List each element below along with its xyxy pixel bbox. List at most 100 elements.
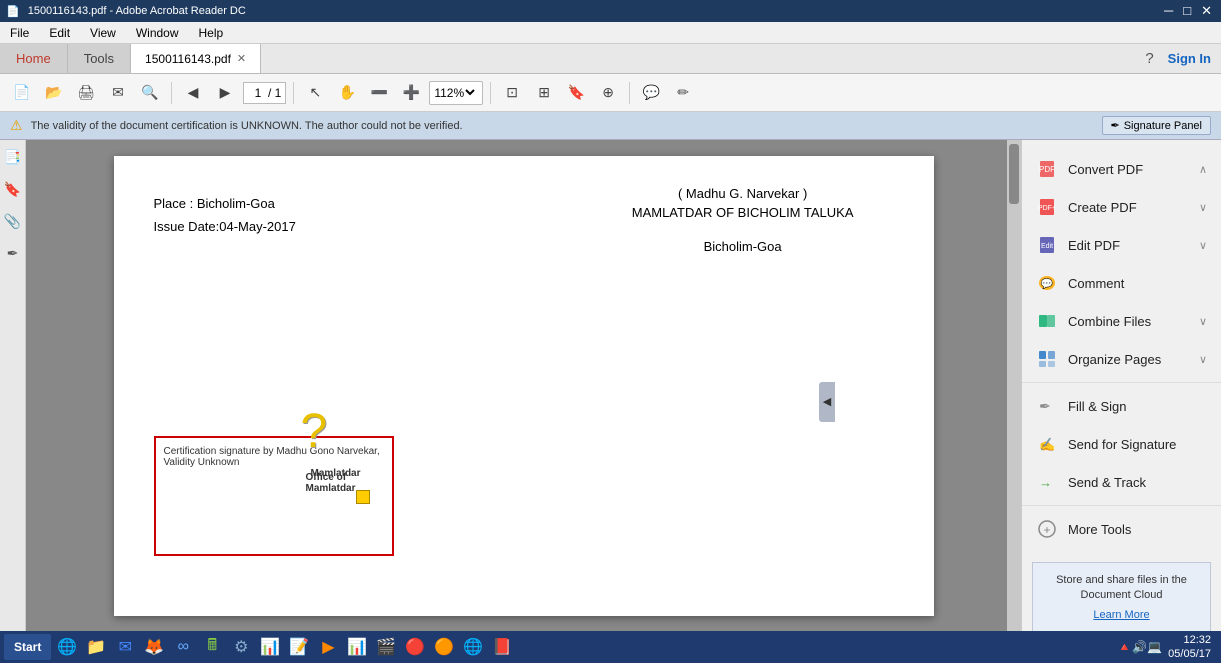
sidebar-tool-edit-pdf[interactable]: Edit Edit PDF ∨ (1022, 226, 1221, 264)
sig-office: Office of Mamlatdar (306, 472, 392, 494)
pdf-signature-box[interactable]: Certification signature by Madhu Gono Na… (154, 436, 394, 556)
sidebar-tool-organize-pages[interactable]: Organize Pages ∨ (1022, 340, 1221, 378)
send-signature-icon: ✍ (1036, 433, 1058, 455)
title-bar-controls[interactable]: ─ □ ✕ (1161, 3, 1215, 19)
maximize-button[interactable]: □ (1180, 3, 1194, 19)
select-tool[interactable]: ↖ (301, 79, 329, 107)
tab-bar-right: ? Sign In (1145, 44, 1221, 73)
menu-file[interactable]: File (6, 24, 33, 42)
pdf-content-center: ( Madhu G. Narvekar ) MAMLATDAR OF BICHO… (632, 186, 854, 258)
svg-text:→: → (1039, 475, 1052, 490)
collapse-sidebar-button[interactable]: ◀ (819, 382, 835, 422)
learn-more-link[interactable]: Learn More (1043, 608, 1200, 623)
prev-page-button[interactable]: ◀ (179, 79, 207, 107)
tab-home-label: Home (16, 51, 51, 66)
tab-tools[interactable]: Tools (68, 44, 131, 73)
menu-view[interactable]: View (86, 24, 120, 42)
taskbar-icon-notes[interactable]: 📝 (286, 634, 312, 660)
taskbar-icon-vlc[interactable]: 🎬 (373, 634, 399, 660)
sidebar-icon-attach[interactable]: 📎 (2, 210, 24, 232)
taskbar-icon-mail[interactable]: ✉ (112, 634, 138, 660)
page-total: / 1 (268, 86, 281, 100)
sidebar-icon-pages[interactable]: 📑 (2, 146, 24, 168)
menu-edit[interactable]: Edit (45, 24, 74, 42)
organize-pages-label: Organize Pages (1068, 352, 1189, 367)
zoom-in-button[interactable]: ➕ (397, 79, 425, 107)
sidebar-tool-create-pdf[interactable]: PDF+ Create PDF ∨ (1022, 188, 1221, 226)
scroll-thumb[interactable] (1009, 144, 1019, 204)
open-button[interactable]: 📂 (40, 79, 68, 107)
sidebar-icon-bookmark[interactable]: 🔖 (2, 178, 24, 200)
pdf-scrollbar[interactable] (1007, 140, 1021, 663)
close-button[interactable]: ✕ (1198, 3, 1215, 19)
toolbar-sep-3 (490, 82, 491, 104)
tab-home[interactable]: Home (0, 44, 68, 73)
zoom-out-button[interactable]: ➖ (365, 79, 393, 107)
signature-panel-button[interactable]: ✒ Signature Panel (1102, 116, 1212, 135)
organize-pages-chevron: ∨ (1199, 353, 1207, 366)
page-input-container[interactable]: / 1 (243, 82, 286, 104)
sidebar-icon-sign[interactable]: ✒ (2, 242, 24, 264)
taskbar-icon-task[interactable]: 📊 (257, 634, 283, 660)
taskbar-icon-winamp[interactable]: ▶ (315, 634, 341, 660)
svg-text:PDF+: PDF+ (1038, 205, 1056, 212)
comment-tool[interactable]: 💬 (637, 79, 665, 107)
pdf-page: Place : Bicholim-Goa Issue Date:04-May-2… (114, 156, 934, 616)
new-button[interactable]: 📄 (8, 79, 36, 107)
taskbar-icon-settings[interactable]: ⚙ (228, 634, 254, 660)
hand-tool[interactable]: ✋ (333, 79, 361, 107)
menu-bar: File Edit View Window Help (0, 22, 1221, 44)
next-page-button[interactable]: ▶ (211, 79, 239, 107)
edit-pdf-label: Edit PDF (1068, 238, 1189, 253)
zoom-select[interactable]: ▾ (464, 86, 478, 99)
menu-window[interactable]: Window (132, 24, 183, 42)
taskbar-icon-chrome[interactable]: 🌐 (460, 634, 486, 660)
start-button[interactable]: Start (4, 634, 51, 660)
sidebar-tool-send-signature[interactable]: ✍ Send for Signature (1022, 425, 1221, 463)
sidebar-tool-comment[interactable]: 💬 Comment (1022, 264, 1221, 302)
fit-page-button[interactable]: ⊡ (498, 79, 526, 107)
create-pdf-label: Create PDF (1068, 200, 1189, 215)
taskbar-icon-app1[interactable]: 🔴 (402, 634, 428, 660)
sidebar-tool-send-track[interactable]: → Send & Track (1022, 463, 1221, 501)
thumbnails-button[interactable]: ⊞ (530, 79, 558, 107)
svg-text:PDF: PDF (1039, 165, 1055, 174)
page-number-input[interactable] (248, 86, 268, 100)
taskbar-icon-excel[interactable]: 📊 (344, 634, 370, 660)
sig-box-text: Certification signature by Madhu Gono Na… (164, 446, 380, 468)
find-button[interactable]: 🔍 (136, 79, 164, 107)
taskbar-icon-firefox[interactable]: 🦊 (141, 634, 167, 660)
edit-pdf-chevron: ∨ (1199, 239, 1207, 252)
taskbar-icon-acrobat[interactable]: 📕 (489, 634, 515, 660)
comment-label: Comment (1068, 276, 1197, 291)
help-button[interactable]: ? (1145, 50, 1153, 67)
signin-button[interactable]: Sign In (1168, 51, 1211, 66)
svg-text:💬: 💬 (1041, 277, 1054, 290)
tab-file[interactable]: 1500116143.pdf ✕ (131, 44, 261, 73)
taskbar-icon-media[interactable]: ∞ (170, 634, 196, 660)
signature-panel-icon: ✒ (1111, 119, 1120, 132)
send-track-icon: → (1036, 471, 1058, 493)
combine-files-label: Combine Files (1068, 314, 1189, 329)
taskbar-icon-folder[interactable]: 📁 (83, 634, 109, 660)
email-button[interactable]: ✉ (104, 79, 132, 107)
menu-help[interactable]: Help (195, 24, 228, 42)
rotate-button[interactable]: ⊕ (594, 79, 622, 107)
sidebar-tool-convert-pdf[interactable]: PDF Convert PDF ∧ (1022, 150, 1221, 188)
taskbar-icon-ie[interactable]: 🌐 (54, 634, 80, 660)
tab-close-icon[interactable]: ✕ (237, 52, 246, 65)
print-button[interactable]: 🖨 (72, 79, 100, 107)
sidebar-tool-combine-files[interactable]: Combine Files ∨ (1022, 302, 1221, 340)
zoom-control[interactable]: 112% ▾ (429, 81, 483, 105)
taskbar: Start 🌐 📁 ✉ 🦊 ∞ 🖩 ⚙ 📊 📝 ▶ 📊 🎬 🔴 🟠 🌐 📕 🔺🔊… (0, 631, 1221, 663)
sidebar-tool-fill-sign[interactable]: ✒ Fill & Sign (1022, 387, 1221, 425)
taskbar-icon-calc[interactable]: 🖩 (199, 634, 225, 660)
pdf-author-line1: ( Madhu G. Narvekar ) (632, 186, 854, 201)
minimize-button[interactable]: ─ (1161, 3, 1176, 19)
sig-yellow-box (356, 490, 370, 504)
main-layout: 📑 🔖 📎 ✒ ◀ Place : Bicholim-Goa Issue Dat… (0, 140, 1221, 663)
sidebar-tool-more-tools[interactable]: + More Tools (1022, 510, 1221, 548)
taskbar-icon-app2[interactable]: 🟠 (431, 634, 457, 660)
pen-tool[interactable]: ✏ (669, 79, 697, 107)
bookmark-button[interactable]: 🔖 (562, 79, 590, 107)
